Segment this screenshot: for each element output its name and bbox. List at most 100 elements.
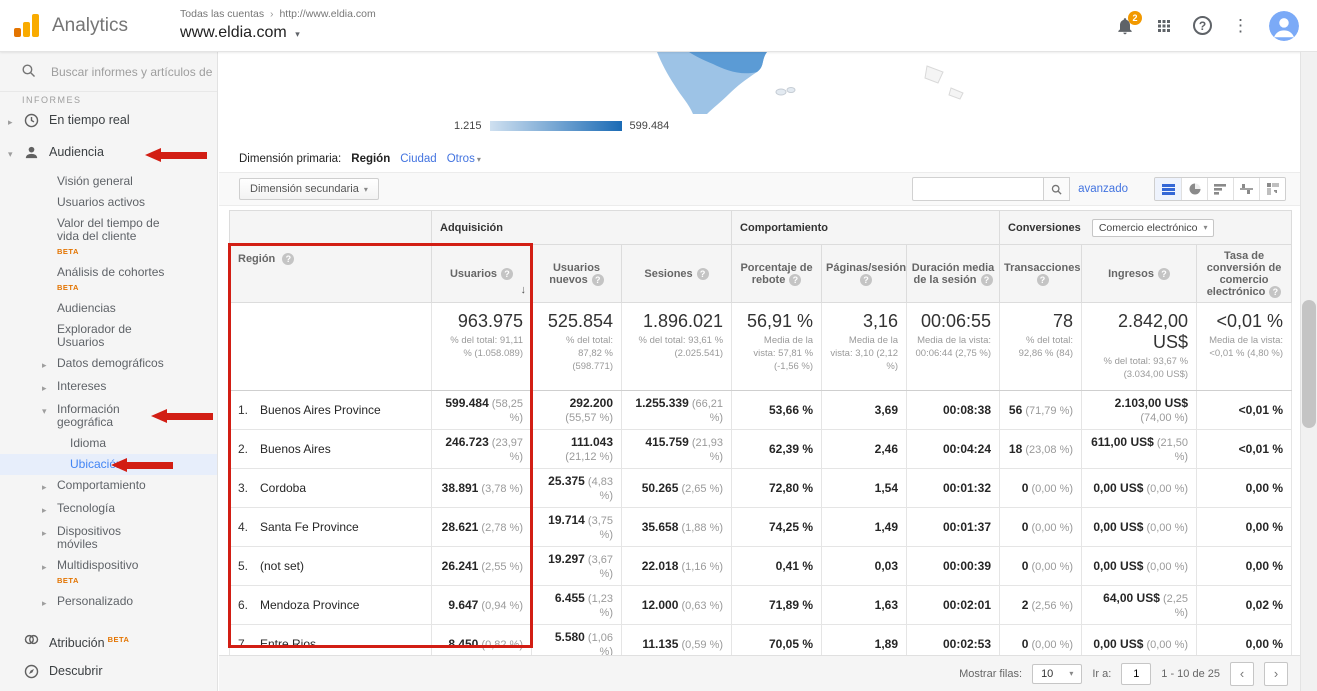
chevron-right-icon[interactable]: ▸ — [42, 357, 57, 372]
notifications-button[interactable]: 2 — [1115, 16, 1135, 36]
help-icon[interactable]: ? — [789, 274, 801, 286]
argentina-map[interactable] — [629, 52, 989, 118]
avatar[interactable] — [1269, 11, 1299, 41]
dimension-option-ciudad[interactable]: Ciudad — [400, 153, 436, 165]
help-icon[interactable]: ? — [860, 274, 872, 286]
vertical-scrollbar[interactable] — [1300, 52, 1317, 691]
column-header-tasa-de-conversion-de-comercio-electronico[interactable]: Tasa de conversión de comercio electróni… — [1197, 245, 1292, 303]
sidebar-item-tecnologia[interactable]: ▸Tecnología — [0, 498, 217, 521]
goto-page-input[interactable] — [1121, 663, 1151, 685]
sidebar-item-audiencias[interactable]: Audiencias — [0, 298, 217, 319]
sidebar-item-descubrir[interactable]: Descubrir — [0, 658, 217, 690]
sidebar-item-dispositivos-moviles[interactable]: ▸Dispositivos móviles — [0, 521, 217, 555]
prev-page-button[interactable]: ‹ — [1230, 662, 1254, 686]
sidebar-item-audiencia[interactable]: ▾Audiencia — [0, 139, 217, 171]
help-icon[interactable]: ? — [592, 274, 604, 286]
sidebar-item-vision-general[interactable]: Visión general — [0, 171, 217, 192]
sidebar-item-usuarios-activos[interactable]: Usuarios activos — [0, 192, 217, 213]
metric-cell: 00:04:24 — [907, 429, 1000, 468]
column-label[interactable]: Usuarios — [450, 268, 497, 280]
pivot-view-icon[interactable] — [1259, 178, 1285, 200]
breadcrumb-root[interactable]: Todas las cuentas — [180, 8, 264, 20]
more-menu-button[interactable]: ⋮ — [1232, 16, 1249, 36]
dimension-option-otros[interactable]: Otros▾ — [447, 153, 481, 165]
column-header-transacciones[interactable]: Transacciones? — [1000, 245, 1082, 303]
chevron-right-icon[interactable]: ▸ — [42, 479, 57, 494]
chevron-down-icon[interactable]: ▾ — [42, 403, 57, 418]
column-label[interactable]: Transacciones — [1004, 262, 1080, 274]
column-header-paginas-sesion[interactable]: Páginas/sesión? — [822, 245, 907, 303]
column-label[interactable]: Ingresos — [1108, 268, 1154, 280]
sidebar-item-idioma[interactable]: Idioma — [0, 433, 217, 454]
column-label[interactable]: Sesiones — [644, 268, 692, 280]
chevron-down-icon[interactable]: ▾ — [8, 146, 23, 161]
table-search-button[interactable] — [1044, 177, 1070, 201]
chevron-right-icon[interactable]: ▸ — [42, 559, 57, 574]
column-header-usuarios-nuevos[interactable]: Usuarios nuevos? — [532, 245, 622, 303]
sidebar-item-informacion-geografica[interactable]: ▾Información geográfica — [0, 399, 217, 433]
region-name[interactable]: Santa Fe Province — [260, 520, 359, 534]
region-name[interactable]: Buenos Aires Province — [260, 403, 381, 417]
comparison-view-icon[interactable] — [1233, 178, 1259, 200]
sort-desc-icon[interactable]: ↓ — [521, 284, 527, 296]
report-search[interactable]: Buscar informes y artículos de — [0, 52, 217, 92]
chevron-right-icon[interactable]: ▸ — [42, 595, 57, 610]
column-header-sesiones[interactable]: Sesiones? — [622, 245, 732, 303]
advanced-link[interactable]: avanzado — [1078, 183, 1128, 195]
help-button[interactable]: ? — [1193, 16, 1212, 35]
sidebar-item-valor-del-tiempo-de-vida-del-cliente[interactable]: Valor del tiempo de vida del clienteBETA — [0, 213, 217, 262]
sidebar-item-comportamiento[interactable]: ▸Comportamiento — [0, 475, 217, 498]
breadcrumb-path[interactable]: http://www.eldia.com — [279, 8, 375, 20]
column-header-porcentaje-de-rebote[interactable]: Porcentaje de rebote? — [732, 245, 822, 303]
chevron-right-icon[interactable]: ▸ — [42, 380, 57, 395]
percentage-view-icon[interactable] — [1181, 178, 1207, 200]
region-name[interactable]: Mendoza Province — [260, 598, 359, 612]
sidebar-item-ubicacion[interactable]: Ubicación — [0, 454, 217, 475]
help-icon[interactable]: ? — [697, 268, 709, 280]
breadcrumb[interactable]: Todas las cuentas › http://www.eldia.com — [180, 8, 376, 21]
group-comportamiento: Comportamiento — [732, 211, 1000, 245]
apps-grid-button[interactable] — [1155, 17, 1173, 35]
column-header-duracion-media-de-la-sesion[interactable]: Duración media de la sesión? — [907, 245, 1000, 303]
sidebar-item-atribucion[interactable]: AtribuciónBETA — [0, 626, 217, 658]
column-label[interactable]: Páginas/sesión — [826, 262, 906, 274]
region-name[interactable]: Entre Rios — [260, 637, 316, 651]
chevron-right-icon[interactable]: ▸ — [8, 114, 23, 129]
sidebar-item-intereses[interactable]: ▸Intereses — [0, 376, 217, 399]
performance-view-icon[interactable] — [1207, 178, 1233, 200]
row-rank: 6. — [238, 598, 260, 612]
help-icon[interactable]: ? — [1037, 274, 1049, 286]
column-header-ingresos[interactable]: Ingresos? — [1082, 245, 1197, 303]
secondary-dimension-button[interactable]: Dimensión secundaria ▾ — [239, 178, 379, 200]
column-label[interactable]: Porcentaje de rebote — [740, 262, 812, 286]
sidebar-item-en-tiempo-real[interactable]: ▸En tiempo real — [0, 107, 217, 139]
section-label-informes: INFORMES — [0, 92, 217, 107]
scrollbar-thumb[interactable] — [1302, 300, 1316, 428]
region-name[interactable]: Buenos Aires — [260, 442, 331, 456]
chevron-right-icon[interactable]: ▸ — [42, 502, 57, 517]
next-page-button[interactable]: › — [1264, 662, 1288, 686]
help-icon[interactable]: ? — [981, 274, 993, 286]
analytics-logo-icon[interactable] — [14, 14, 44, 38]
dimension-option-region[interactable]: Región — [351, 153, 390, 165]
help-icon[interactable]: ? — [282, 253, 294, 265]
chevron-right-icon[interactable]: ▸ — [42, 525, 57, 540]
help-icon[interactable]: ? — [501, 268, 513, 280]
table-search-input[interactable] — [912, 177, 1044, 201]
column-header-usuarios[interactable]: Usuarios? ↓ — [432, 245, 532, 303]
sidebar-item-datos-demograficos[interactable]: ▸Datos demográficos — [0, 353, 217, 376]
sidebar-item-personalizado[interactable]: ▸Personalizado — [0, 591, 217, 614]
help-icon[interactable]: ? — [1158, 268, 1170, 280]
table-view-icon[interactable] — [1155, 178, 1181, 200]
column-header-region[interactable]: Región ? — [230, 245, 432, 303]
region-name[interactable]: (not set) — [260, 559, 304, 573]
account-selector[interactable]: www.eldia.com ▾ — [180, 23, 376, 43]
region-name[interactable]: Cordoba — [260, 481, 306, 495]
metric-header-row: Región ? Usuarios?↓Usuarios nuevos?Sesio… — [230, 245, 1292, 303]
ecommerce-selector[interactable]: Comercio electrónico ▾ — [1092, 219, 1215, 237]
sidebar-item-analisis-de-cohortes[interactable]: Análisis de cohortesBETA — [0, 262, 217, 298]
help-icon[interactable]: ? — [1269, 286, 1281, 298]
sidebar-item-multidispositivo[interactable]: ▸MultidispositivoBETA — [0, 555, 217, 591]
sidebar-item-explorador-de-usuarios[interactable]: Explorador de Usuarios — [0, 319, 217, 353]
rows-per-page-select[interactable]: 10 ▾ — [1032, 664, 1082, 684]
